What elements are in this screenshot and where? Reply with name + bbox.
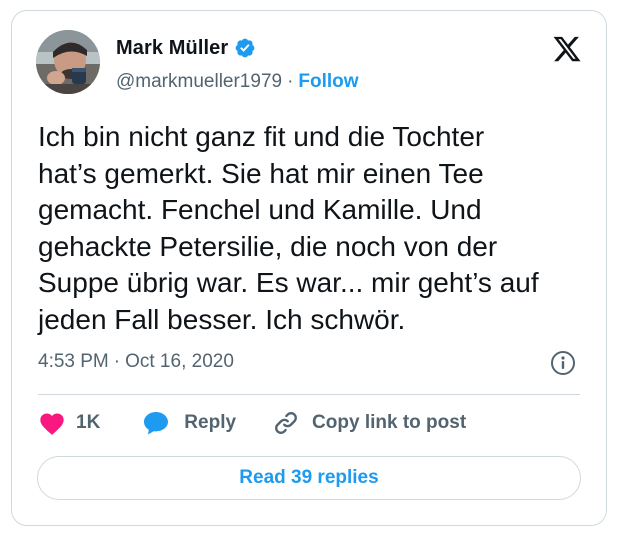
divider <box>38 394 580 395</box>
read-replies-button[interactable]: Read 39 replies <box>37 456 581 500</box>
copy-link-label: Copy link to post <box>312 412 467 433</box>
copy-link-button[interactable]: Copy link to post <box>272 409 466 437</box>
author-display-name[interactable]: Mark Müller <box>116 37 228 60</box>
tweet-text: Ich bin nicht ganz fit und die Tochter h… <box>38 121 539 335</box>
heart-icon <box>40 413 64 435</box>
author-name-row: Mark Müller <box>116 34 256 62</box>
author-handle[interactable]: @markmueller1979 <box>116 71 282 93</box>
follow-button[interactable]: Follow <box>298 71 358 93</box>
tweet-date: Oct 16, 2020 <box>125 351 234 372</box>
tweet-timestamp[interactable]: 4:53 PM · Oct 16, 2020 <box>38 348 234 376</box>
verified-badge-icon <box>234 37 256 59</box>
reply-label: Reply <box>184 412 237 433</box>
tweet-time: 4:53 PM <box>38 351 109 372</box>
tweet-card: Mark Müller @markmueller1979 · Follow Ic… <box>11 10 607 526</box>
avatar[interactable] <box>36 30 100 94</box>
like-count: 1K <box>76 412 101 433</box>
link-icon <box>275 412 297 434</box>
x-logo-icon[interactable] <box>552 34 582 64</box>
info-icon[interactable] <box>550 350 576 376</box>
timestamp-separator: · <box>113 351 121 372</box>
author-handle-row: @markmueller1979 · Follow <box>116 69 359 95</box>
reply-button[interactable]: Reply <box>142 410 236 436</box>
reply-bubble-icon <box>144 412 169 435</box>
action-bar: 1K Reply Copy link to post <box>38 407 466 439</box>
like-button[interactable]: 1K <box>38 410 100 436</box>
handle-separator: · <box>287 71 294 92</box>
